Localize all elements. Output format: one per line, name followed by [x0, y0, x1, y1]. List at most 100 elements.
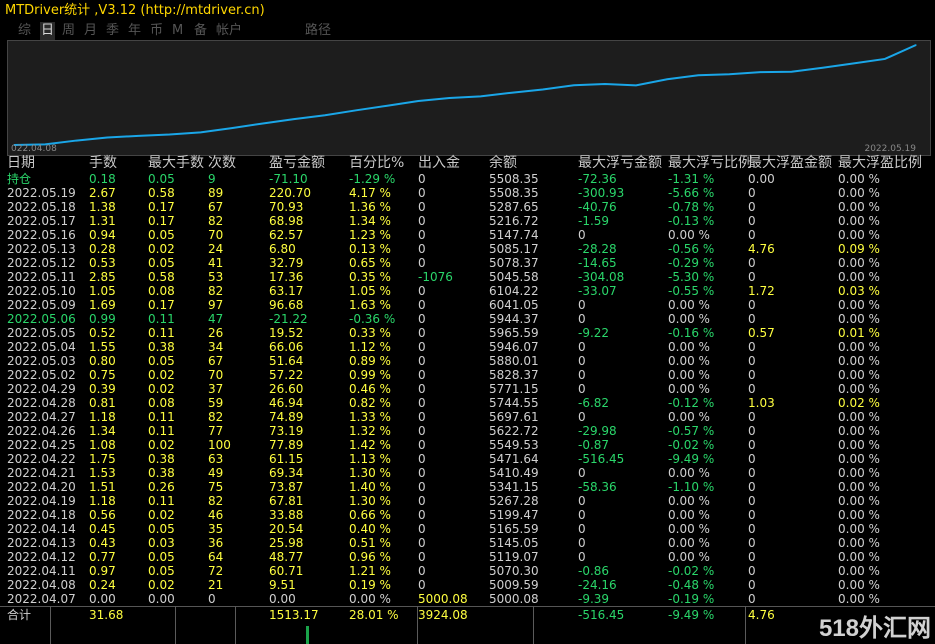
- table-cell: 0: [748, 438, 756, 452]
- table-cell: 0.75: [89, 368, 116, 382]
- column-header[interactable]: 最大浮盈比例: [838, 156, 922, 170]
- tab-8[interactable]: 备: [194, 22, 207, 40]
- table-row[interactable]: 2022.04.22 1.75 0.38 63 61.15 1.13 % 0 5471.64 -…: [7, 452, 929, 466]
- table-row[interactable]: 2022.04.08 0.24 0.02 21 9.51 0.19 % 0 5009.59 -2…: [7, 578, 929, 592]
- table-row[interactable]: 2022.05.13 0.28 0.02 24 6.80 0.13 % 0 5085.17 -2…: [7, 242, 929, 256]
- data-point: [448, 97, 451, 99]
- data-point: [262, 122, 264, 125]
- table-cell: 0.18: [89, 172, 116, 186]
- column-header[interactable]: 最大浮亏金额: [578, 156, 662, 170]
- tab-5[interactable]: 年: [128, 22, 141, 40]
- table-row[interactable]: 持仓 0.18 0.05 9 -71.10 -1.29 % 0 5508.35 -72.36 -1…: [7, 172, 929, 186]
- table-cell: 0.00 %: [838, 466, 880, 480]
- table-cell: 0.46 %: [349, 382, 391, 396]
- table-cell: -1.59: [578, 214, 610, 228]
- table-row[interactable]: 2022.05.05 0.52 0.11 26 19.52 0.33 % 0 5965.59 -…: [7, 326, 929, 340]
- tab-4[interactable]: 季: [106, 22, 119, 40]
- table-row[interactable]: 2022.05.11 2.85 0.58 53 17.36 0.35 % -1076 5045…: [7, 270, 929, 284]
- table-cell: 26.60: [269, 382, 304, 396]
- table-cell: -72.36: [578, 172, 617, 186]
- table-row[interactable]: 2022.04.29 0.39 0.02 37 26.60 0.46 % 0 5771.15 0…: [7, 382, 929, 396]
- table-cell: 0.00 %: [668, 340, 710, 354]
- table-cell: 5216.72: [489, 214, 539, 228]
- table-row[interactable]: 2022.04.26 1.34 0.11 77 73.19 1.32 % 0 5622.72 -…: [7, 424, 929, 438]
- tab-6[interactable]: 币: [150, 22, 163, 40]
- tab-7[interactable]: M: [172, 22, 183, 40]
- table-cell: 2022.05.18: [7, 200, 76, 214]
- table-row[interactable]: 2022.05.03 0.80 0.05 67 51.64 0.89 % 0 5880.01 0…: [7, 354, 929, 368]
- tab-9[interactable]: 帐户: [216, 22, 242, 40]
- table-cell: 0.40 %: [349, 522, 391, 536]
- table-cell: 0: [748, 312, 756, 326]
- column-header[interactable]: 手数: [89, 156, 117, 170]
- table-row[interactable]: 2022.05.18 1.38 0.17 67 70.93 1.36 % 0 5287.65 -…: [7, 200, 929, 214]
- table-row[interactable]: 2022.05.12 0.53 0.05 41 32.79 0.65 % 0 5078.37 -…: [7, 256, 929, 270]
- table-row[interactable]: 2022.05.09 1.69 0.17 97 96.68 1.63 % 0 6041.05 0…: [7, 298, 929, 312]
- column-header[interactable]: 余额: [489, 156, 517, 170]
- tab-3[interactable]: 月: [84, 22, 97, 40]
- column-header[interactable]: 最大手数: [148, 156, 204, 170]
- table-cell: 1.30 %: [349, 466, 391, 480]
- data-point: [355, 109, 357, 111]
- tab-0[interactable]: 综: [18, 22, 31, 40]
- table-cell: 0: [748, 452, 756, 466]
- tab-1[interactable]: 日: [40, 22, 56, 40]
- table-cell: 0: [748, 256, 756, 270]
- column-header[interactable]: 出入金: [418, 156, 460, 170]
- table-cell: 0.00 %: [838, 480, 880, 494]
- column-header[interactable]: 百分比%: [349, 156, 404, 170]
- table-row[interactable]: 2022.05.04 1.55 0.38 34 66.06 1.12 % 0 5946.07 0…: [7, 340, 929, 354]
- table-cell: 69.34: [269, 466, 304, 480]
- table-row[interactable]: 2022.05.06 0.99 0.11 47 -21.22 -0.36 % 0 5944.3…: [7, 312, 929, 326]
- table-cell: 46: [208, 508, 224, 522]
- data-point: [75, 139, 77, 142]
- table-cell: 0: [418, 466, 426, 480]
- table-cell: 77: [208, 424, 224, 438]
- table-row[interactable]: 2022.04.21 1.53 0.38 49 69.34 1.30 % 0 5410.49 0…: [7, 466, 929, 480]
- tab-10[interactable]: 路径: [305, 22, 331, 40]
- table-cell: 4.17 %: [349, 186, 391, 200]
- table-cell: 0.52: [89, 326, 116, 340]
- table-cell: 0: [418, 410, 426, 424]
- table-cell: 0.00 %: [668, 298, 710, 312]
- table-cell: 0.05: [148, 172, 175, 186]
- table-cell: 0.02: [148, 438, 175, 452]
- table-row[interactable]: 2022.05.10 1.05 0.08 82 63.17 1.05 % 0 6104.22 -…: [7, 284, 929, 298]
- table-cell: 0.00 %: [668, 410, 710, 424]
- table-row[interactable]: 2022.04.14 0.45 0.05 35 20.54 0.40 % 0 5165.59 0…: [7, 522, 929, 536]
- column-header[interactable]: 最大浮亏比例: [668, 156, 752, 170]
- table-cell: 2022.04.20: [7, 480, 76, 494]
- data-point: [106, 136, 108, 139]
- column-header[interactable]: 盈亏金额: [269, 156, 325, 170]
- table-cell: 1.12 %: [349, 340, 391, 354]
- table-row[interactable]: 2022.04.19 1.18 0.11 82 67.81 1.30 % 0 5267.28 0…: [7, 494, 929, 508]
- table-cell: 6041.05: [489, 298, 539, 312]
- table-row[interactable]: 2022.04.13 0.43 0.03 36 25.98 0.51 % 0 5145.05 0…: [7, 536, 929, 550]
- title-bar: MTDriver统计 ,V3.12 (http://mtdriver.cn): [0, 0, 935, 22]
- column-header[interactable]: 最大浮盈金额: [748, 156, 832, 170]
- table-row[interactable]: 2022.04.27 1.18 0.11 82 74.89 1.33 % 0 5697.61 0…: [7, 410, 929, 424]
- table-cell: 0.00 %: [838, 424, 880, 438]
- table-cell: 0.00: [748, 172, 775, 186]
- table-row[interactable]: 2022.04.11 0.97 0.05 72 60.71 1.21 % 0 5070.30 -…: [7, 564, 929, 578]
- table-cell: 97: [208, 298, 224, 312]
- table-cell: 0.17: [148, 214, 175, 228]
- table-cell: 0: [208, 592, 216, 606]
- tab-2[interactable]: 周: [62, 22, 75, 40]
- table-row[interactable]: 2022.05.17 1.31 0.17 82 68.98 1.34 % 0 5216.72 -…: [7, 214, 929, 228]
- column-header[interactable]: 日期: [7, 156, 35, 170]
- table-row[interactable]: 2022.04.20 1.51 0.26 75 73.87 1.40 % 0 5341.15 -…: [7, 480, 929, 494]
- table-row[interactable]: 2022.04.07 0.00 0.00 0 0.00 0.00 % 5000.08 5000…: [7, 592, 929, 606]
- table-row[interactable]: 2022.04.18 0.56 0.02 46 33.88 0.66 % 0 5199.47 0…: [7, 508, 929, 522]
- table-cell: 17.36: [269, 270, 304, 284]
- table-row[interactable]: 2022.04.28 0.81 0.08 59 46.94 0.82 % 0 5744.55 -…: [7, 396, 929, 410]
- table-row[interactable]: 2022.05.16 0.94 0.05 70 62.57 1.23 % 0 5147.74 0…: [7, 228, 929, 242]
- table-cell: 0: [748, 424, 756, 438]
- table-cell: 2022.05.04: [7, 340, 76, 354]
- table-row[interactable]: 2022.05.19 2.67 0.58 89 220.70 4.17 % 0 5508.35…: [7, 186, 929, 200]
- table-row[interactable]: 2022.04.25 1.08 0.02 100 77.89 1.42 % 0 5549.53…: [7, 438, 929, 452]
- column-header[interactable]: 次数: [208, 156, 236, 170]
- table-cell: -304.08: [578, 270, 625, 284]
- table-row[interactable]: 2022.04.12 0.77 0.05 64 48.77 0.96 % 0 5119.07 0…: [7, 550, 929, 564]
- table-row[interactable]: 2022.05.02 0.75 0.02 70 57.22 0.99 % 0 5828.37 0…: [7, 368, 929, 382]
